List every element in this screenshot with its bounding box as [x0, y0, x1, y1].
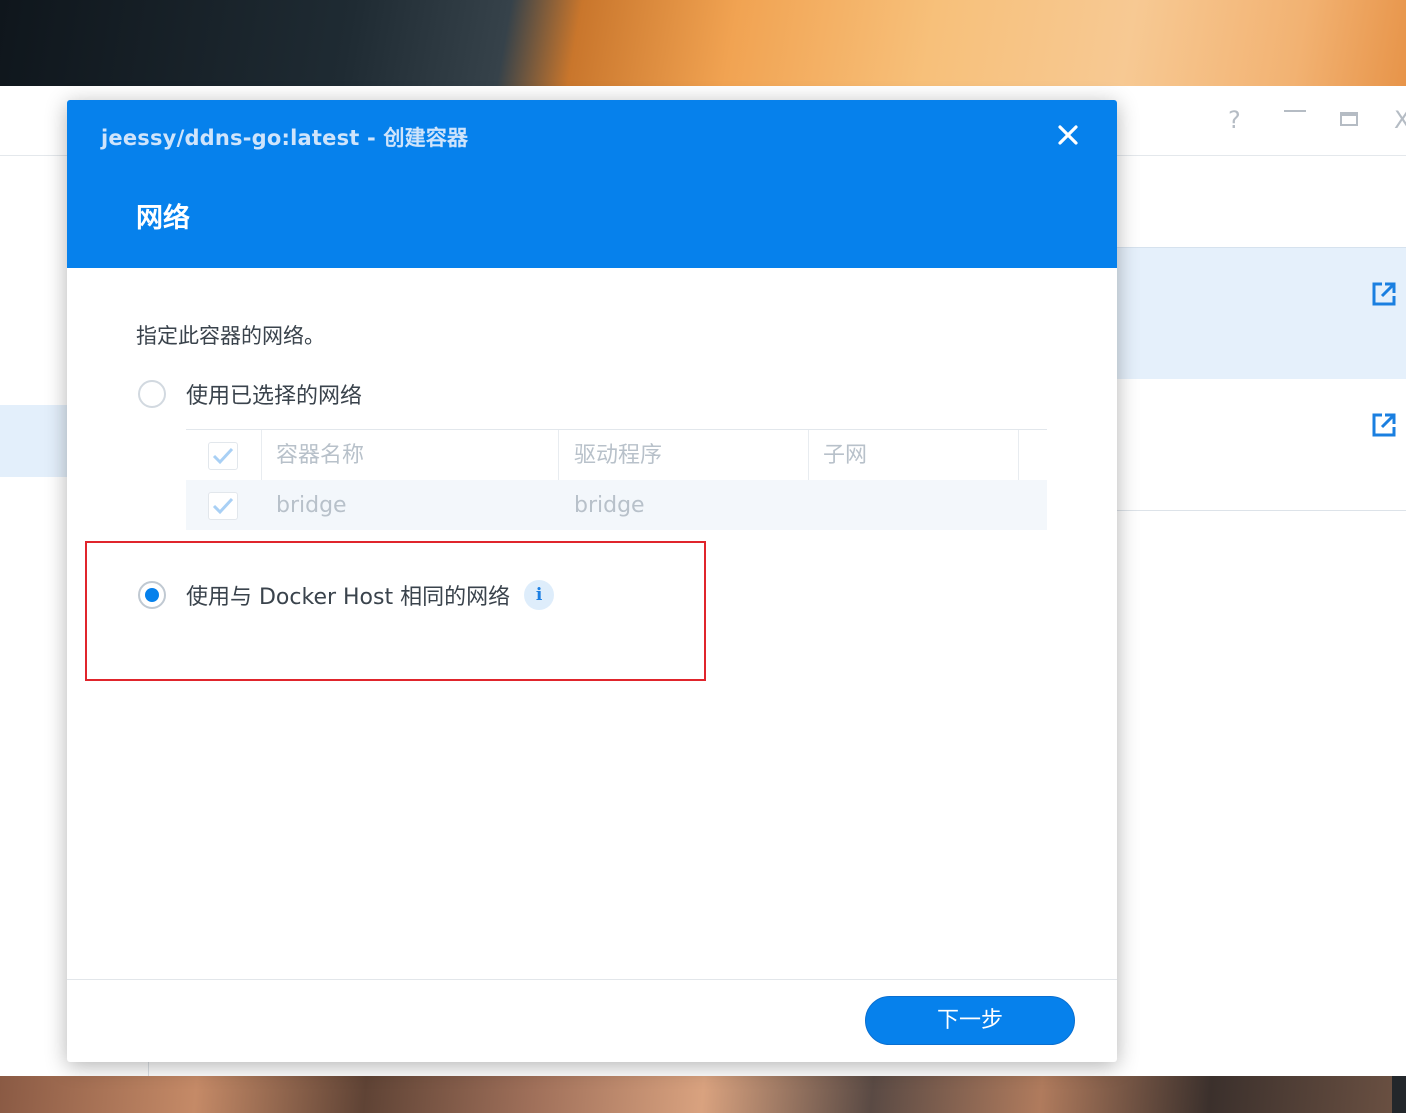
option-selected-network[interactable]: 使用已选择的网络: [138, 378, 362, 410]
radio-selected-network[interactable]: [138, 380, 166, 408]
table-row: bridge bridge: [186, 480, 1047, 530]
radio-host-network[interactable]: [138, 581, 166, 609]
select-all-checkbox: [208, 442, 238, 470]
column-divider: [261, 430, 262, 480]
cell-driver: bridge: [574, 493, 645, 518]
option-selected-network-label: 使用已选择的网络: [186, 384, 363, 409]
help-icon[interactable]: ?: [1228, 106, 1241, 134]
create-container-dialog: jeessy/ddns-go:latest - 创建容器 网络 指定此容器的网络…: [67, 100, 1117, 1062]
description-text: 指定此容器的网络。: [136, 324, 325, 348]
column-divider: [1018, 430, 1019, 480]
highlight-annotation-box: [85, 541, 706, 681]
background-list-row[interactable]: [1117, 379, 1406, 511]
wallpaper-edge: [1392, 1076, 1406, 1113]
row-checkbox: [208, 492, 238, 520]
network-table: 容器名称 驱动程序 子网 bridge bridge: [186, 429, 1047, 531]
background-list-row[interactable]: [1117, 247, 1406, 380]
minimize-icon[interactable]: [1284, 110, 1306, 112]
desktop-wallpaper-bottom: [0, 1076, 1406, 1113]
open-external-icon[interactable]: [1370, 411, 1398, 439]
step-title: 网络: [136, 203, 190, 234]
dialog-title: jeessy/ddns-go:latest - 创建容器: [101, 126, 469, 150]
dialog-header: jeessy/ddns-go:latest - 创建容器 网络: [67, 100, 1117, 268]
cell-network-name: bridge: [276, 493, 347, 518]
footer-divider: [67, 979, 1117, 980]
table-header: 容器名称 驱动程序 子网: [186, 430, 1047, 480]
column-header-name: 容器名称: [276, 443, 365, 468]
option-host-network-label: 使用与 Docker Host 相同的网络: [186, 585, 511, 610]
column-divider: [558, 430, 559, 480]
next-button[interactable]: 下一步: [865, 996, 1075, 1045]
option-host-network[interactable]: 使用与 Docker Host 相同的网络 i: [138, 579, 555, 611]
background-divider: [148, 1061, 149, 1076]
column-header-subnet: 子网: [823, 443, 868, 468]
column-header-driver: 驱动程序: [574, 443, 663, 468]
background-sidebar-selected-item[interactable]: [0, 405, 68, 477]
maximize-icon[interactable]: [1340, 112, 1358, 126]
desktop-wallpaper-top: [0, 0, 1406, 86]
column-divider: [808, 430, 809, 480]
checkmark-icon: [212, 497, 234, 515]
info-icon[interactable]: i: [524, 580, 555, 610]
window-close-icon[interactable]: X: [1394, 106, 1406, 134]
checkmark-icon: [212, 447, 234, 465]
open-external-icon[interactable]: [1370, 280, 1398, 308]
close-icon[interactable]: [1053, 120, 1083, 150]
